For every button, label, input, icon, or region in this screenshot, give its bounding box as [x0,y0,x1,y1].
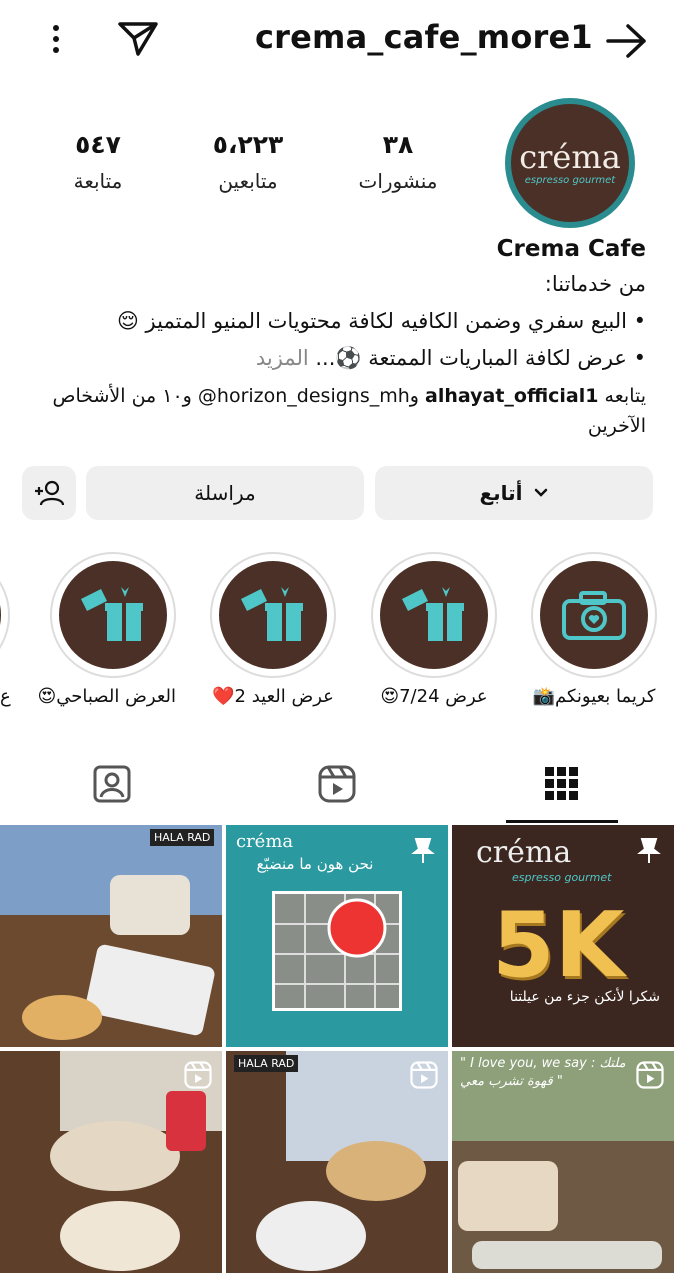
gift-icon [402,587,464,641]
highlight-offer-724[interactable]: عرض 7/24😍 [371,552,497,707]
post-watermark: HALA RAD [150,829,215,846]
post-plate [60,1201,180,1271]
highlight-morning-offer[interactable]: العرض الصباحي😍 [37,552,177,707]
bio-line-2: • البيع سفري وضمن الكافيه لكافة محتويات … [116,309,646,333]
gift-icon [81,587,143,641]
bio-line-3-text: • عرض لكافة المباريات الممتعة ⚽... [315,346,646,370]
avatar-subtitle: espresso gourmet [524,174,616,186]
posts-count: ٣٨ [382,130,414,159]
follow-button[interactable]: أتابع [375,466,653,520]
highlight-label: عرض 7/24😍 [380,686,488,707]
tab-grid[interactable] [450,745,674,823]
post-waffles[interactable]: HALA RAD [226,1051,448,1273]
highlight-label: ع [0,686,11,707]
post-cup [166,1091,206,1151]
post-brand-sub: espresso gourmet [512,871,612,884]
suggest-people-button[interactable] [22,466,76,520]
stat-posts[interactable]: ٣٨ منشورات [328,130,468,193]
followed-prefix: يتابعه [604,385,646,407]
profile-username: crema_cafe_more1 [255,18,593,56]
gift-icon [241,587,303,641]
followed-mid: و [409,385,419,407]
back-arrow-icon[interactable] [604,22,648,60]
highlight-label: كريما بعيونكم📸 [532,686,656,707]
tab-reels[interactable] [225,745,449,823]
tab-tagged[interactable] [0,745,224,823]
post-plate [472,1241,662,1269]
post-plate [256,1201,366,1271]
chevron-down-icon [534,488,547,497]
followers-count: ٥،٢٢٣ [212,130,284,159]
post-map-text: نحن هون ما منضيّع [256,855,374,873]
post-quote-text: " I love you, we say : ملتك قهوة تشرب مع… [460,1056,626,1089]
following-label: متابعة [73,169,123,193]
post-plate [84,943,216,1037]
post-dish [326,1141,426,1201]
message-button[interactable]: مراسلة [86,466,364,520]
profile-avatar[interactable]: créma espresso gourmet [505,98,635,228]
post-5k-caption: شكرا لأنكن جزء من عيلتنا [509,989,660,1005]
map-image [272,891,402,1011]
pin-icon [411,838,435,863]
tagged-icon [93,765,131,803]
top-bar: crema_cafe_more1 [0,0,674,82]
add-person-icon [35,480,65,506]
send-direct-icon[interactable] [116,18,160,58]
post-sign [110,875,190,935]
post-brand: créma [476,835,572,870]
post-dish [50,1121,180,1191]
post-watermark: HALA RAD [234,1055,299,1072]
followed-user-2[interactable]: horizon_designs_mh@ [198,385,410,407]
posts-label: منشورات [358,169,438,193]
post-5k[interactable]: créma espresso gourmet 5K شكرا لأنكن جزء… [452,825,674,1047]
post-brand: créma [236,831,294,852]
reel-icon [636,1061,664,1089]
following-count: ٥٤٧ [75,130,121,159]
followed-user-1[interactable]: alhayat_official1 [425,385,598,407]
highlight-eid-offer[interactable]: عرض العيد 2❤️ [210,552,336,707]
message-label: مراسلة [194,481,256,505]
camera-icon [562,591,626,640]
post-dish [22,995,102,1040]
highlight-partial[interactable]: ع [0,552,12,712]
profile-bio: Crema Cafe من خدماتنا: • البيع سفري وضمن… [46,236,646,441]
avatar-logo: créma espresso gourmet [511,104,629,222]
avatar-brand: créma [519,137,621,176]
stat-following[interactable]: ٥٤٧ متابعة [28,130,168,193]
followed-by[interactable]: يتابعه alhayat_official1 وhorizon_design… [46,381,646,441]
stat-followers[interactable]: ٥،٢٢٣ متابعين [178,130,318,193]
grid-icon [545,767,578,800]
reels-icon [318,765,356,803]
post-plates[interactable] [0,1051,222,1273]
reel-icon [410,1061,438,1089]
highlight-label: عرض العيد 2❤️ [212,686,334,707]
post-5k-number: 5K [492,893,625,998]
highlight-camera[interactable]: كريما بعيونكم📸 [531,552,657,707]
pin-icon [637,838,661,863]
profile-tabs [0,745,674,823]
highlight-label: العرض الصباحي😍 [37,686,177,707]
followers-label: متابعين [218,169,278,193]
more-options-icon[interactable] [42,22,70,58]
bio-line-1: من خدماتنا: [544,272,646,296]
post-food-table[interactable]: HALA RAD [0,825,222,1047]
map-roads [275,894,399,1008]
reel-icon [184,1061,212,1089]
bio-more-link[interactable]: المزيد [256,346,309,370]
post-quote[interactable]: " I love you, we say : ملتك قهوة تشرب مع… [452,1051,674,1273]
bio-line-3: • عرض لكافة المباريات الممتعة ⚽... المزي… [46,343,646,373]
profile-name: Crema Cafe [496,236,646,262]
post-sign [458,1161,558,1231]
follow-label: أتابع [479,481,523,505]
post-map[interactable]: créma نحن هون ما منضيّع [226,825,448,1047]
